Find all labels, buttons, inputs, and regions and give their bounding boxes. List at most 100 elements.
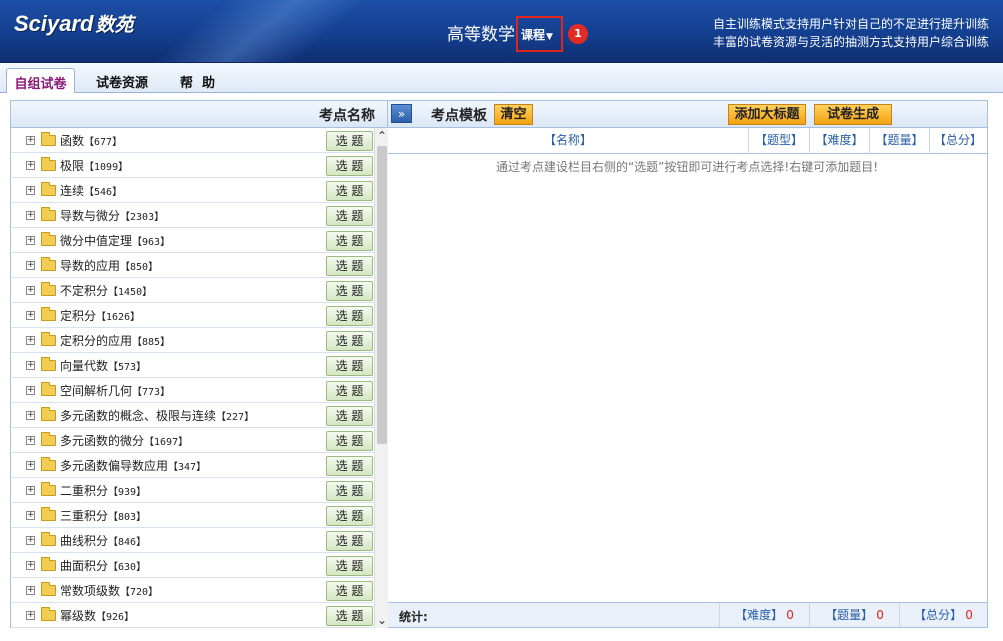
topic-row[interactable]: + 连续【546】 选 题 <box>11 178 374 203</box>
topic-row[interactable]: + 空间解析几何【773】 选 题 <box>11 378 374 403</box>
select-questions-button[interactable]: 选 题 <box>326 331 373 351</box>
scroll-up-icon[interactable]: ⌃ <box>375 128 389 144</box>
select-questions-button[interactable]: 选 题 <box>326 531 373 551</box>
folder-icon <box>41 307 56 321</box>
topic-row[interactable]: + 多元函数偏导数应用【347】 选 题 <box>11 453 374 478</box>
topic-row[interactable]: + 不定积分【1450】 选 题 <box>11 278 374 303</box>
scroll-down-icon[interactable]: ⌄ <box>375 612 389 628</box>
column-name[interactable]: 【名称】 <box>388 128 748 154</box>
expand-plus-icon[interactable]: + <box>26 586 35 595</box>
folder-icon <box>41 182 56 196</box>
topic-row[interactable]: + 二重积分【939】 选 题 <box>11 478 374 503</box>
select-questions-button[interactable]: 选 题 <box>326 456 373 476</box>
scroll-thumb[interactable] <box>377 146 387 444</box>
topic-row[interactable]: + 三重积分【803】 选 题 <box>11 503 374 528</box>
topic-name: 二重积分 <box>60 484 109 498</box>
expand-plus-icon[interactable]: + <box>26 386 35 395</box>
tab-custom-paper[interactable]: 自组试卷 <box>6 68 75 93</box>
expand-plus-icon[interactable]: + <box>26 461 35 470</box>
select-questions-button[interactable]: 选 题 <box>326 181 373 201</box>
add-section-button[interactable]: 添加大标题 <box>728 104 806 125</box>
expand-plus-icon[interactable]: + <box>26 286 35 295</box>
folder-icon <box>41 582 56 596</box>
expand-plus-icon[interactable]: + <box>26 211 35 220</box>
expand-plus-icon[interactable]: + <box>26 611 35 620</box>
tab-paper-resources[interactable]: 试卷资源 <box>96 68 166 93</box>
topic-row[interactable]: + 定积分【1626】 选 题 <box>11 303 374 328</box>
topic-row[interactable]: + 向量代数【573】 选 题 <box>11 353 374 378</box>
topic-row[interactable]: + 导数与微分【2303】 选 题 <box>11 203 374 228</box>
expand-plus-icon[interactable]: + <box>26 436 35 445</box>
select-questions-button[interactable]: 选 题 <box>326 581 373 601</box>
topic-label: 导数的应用【850】 <box>60 257 158 274</box>
topic-row[interactable]: + 幂级数【926】 选 题 <box>11 603 374 628</box>
select-questions-button[interactable]: 选 题 <box>326 606 373 626</box>
expand-plus-icon[interactable]: + <box>26 236 35 245</box>
topic-row[interactable]: + 多元函数的概念、极限与连续【227】 选 题 <box>11 403 374 428</box>
expand-plus-icon[interactable]: + <box>26 561 35 570</box>
stats-label: 统计: <box>399 610 428 624</box>
select-questions-button[interactable]: 选 题 <box>326 556 373 576</box>
topic-row[interactable]: + 导数的应用【850】 选 题 <box>11 253 374 278</box>
select-questions-button[interactable]: 选 题 <box>326 431 373 451</box>
select-questions-button[interactable]: 选 题 <box>326 406 373 426</box>
course-dropdown[interactable]: 课程▼ <box>516 16 563 52</box>
expand-plus-icon[interactable]: + <box>26 161 35 170</box>
select-questions-button[interactable]: 选 题 <box>326 256 373 276</box>
column-score[interactable]: 【总分】 <box>929 128 986 154</box>
topic-row[interactable]: + 函数【677】 选 题 <box>11 128 374 153</box>
expand-plus-icon[interactable]: + <box>26 261 35 270</box>
expand-plus-icon[interactable]: + <box>26 361 35 370</box>
expand-icon[interactable]: » <box>391 104 412 123</box>
topic-count: 【677】 <box>84 137 123 148</box>
column-type[interactable]: 【题型】 <box>748 128 809 154</box>
topic-count: 【885】 <box>132 337 171 348</box>
topic-count: 【630】 <box>108 562 147 573</box>
topic-name: 多元函数的概念、极限与连续 <box>60 409 217 423</box>
select-questions-button[interactable]: 选 题 <box>326 381 373 401</box>
select-questions-button[interactable]: 选 题 <box>326 281 373 301</box>
topic-row[interactable]: + 曲线积分【846】 选 题 <box>11 528 374 553</box>
select-questions-button[interactable]: 选 题 <box>326 506 373 526</box>
topic-label: 连续【546】 <box>60 182 122 199</box>
folder-icon <box>41 257 56 271</box>
expand-plus-icon[interactable]: + <box>26 536 35 545</box>
generate-paper-button[interactable]: 试卷生成 <box>814 104 892 125</box>
topic-row[interactable]: + 常数项级数【720】 选 题 <box>11 578 374 603</box>
column-quantity[interactable]: 【题量】 <box>869 128 929 154</box>
topic-row[interactable]: + 多元函数的微分【1697】 选 题 <box>11 428 374 453</box>
folder-icon <box>41 282 56 296</box>
topic-row[interactable]: + 极限【1099】 选 题 <box>11 153 374 178</box>
expand-plus-icon[interactable]: + <box>26 311 35 320</box>
tab-help[interactable]: 帮 助 <box>180 68 230 93</box>
topic-label: 多元函数的微分【1697】 <box>60 432 188 449</box>
expand-plus-icon[interactable]: + <box>26 511 35 520</box>
topic-row[interactable]: + 曲面积分【630】 选 题 <box>11 553 374 578</box>
select-questions-button[interactable]: 选 题 <box>326 306 373 326</box>
topic-row[interactable]: + 定积分的应用【885】 选 题 <box>11 328 374 353</box>
topic-count: 【803】 <box>108 512 147 523</box>
select-questions-button[interactable]: 选 题 <box>326 481 373 501</box>
topic-name: 导数的应用 <box>60 259 121 273</box>
tab-bar: 自组试卷 试卷资源 帮 助 <box>0 63 1003 93</box>
select-questions-button[interactable]: 选 题 <box>326 156 373 176</box>
expand-plus-icon[interactable]: + <box>26 136 35 145</box>
expand-plus-icon[interactable]: + <box>26 186 35 195</box>
select-questions-button[interactable]: 选 题 <box>326 231 373 251</box>
folder-icon <box>41 332 56 346</box>
expand-plus-icon[interactable]: + <box>26 486 35 495</box>
topic-row[interactable]: + 微分中值定理【963】 选 题 <box>11 228 374 253</box>
column-difficulty[interactable]: 【难度】 <box>809 128 869 154</box>
select-questions-button[interactable]: 选 题 <box>326 356 373 376</box>
topic-count: 【850】 <box>120 262 159 273</box>
topic-name: 定积分 <box>60 309 97 323</box>
topic-name: 曲线积分 <box>60 534 109 548</box>
topic-label: 空间解析几何【773】 <box>60 382 170 399</box>
expand-plus-icon[interactable]: + <box>26 336 35 345</box>
select-questions-button[interactable]: 选 题 <box>326 131 373 151</box>
topic-scrollbar[interactable]: ⌃ ⌄ <box>374 128 388 628</box>
select-questions-button[interactable]: 选 题 <box>326 206 373 226</box>
clear-button[interactable]: 清空 <box>494 104 533 125</box>
topic-label: 二重积分【939】 <box>60 482 146 499</box>
expand-plus-icon[interactable]: + <box>26 411 35 420</box>
